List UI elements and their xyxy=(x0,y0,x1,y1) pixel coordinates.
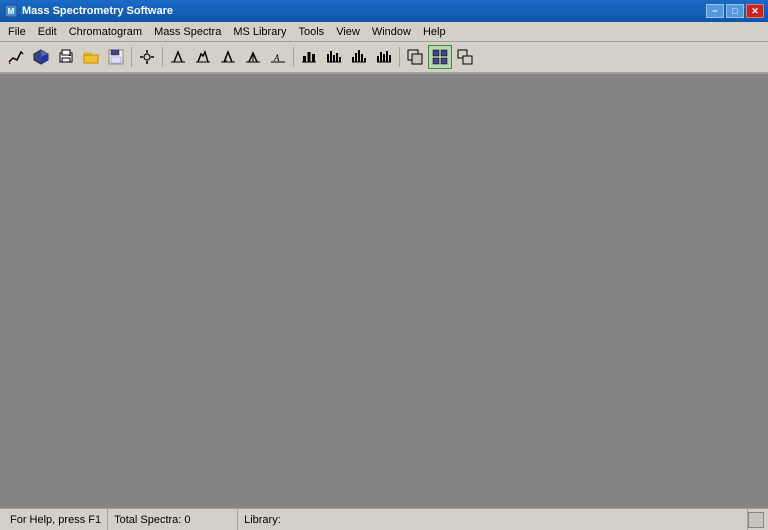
toolbar-sep-3 xyxy=(293,47,294,67)
menu-mass-spectra[interactable]: Mass Spectra xyxy=(148,24,227,40)
title-bar-buttons: − □ ✕ xyxy=(706,4,764,18)
status-library-text: Library: xyxy=(244,514,281,526)
status-help: For Help, press F1 xyxy=(4,509,108,530)
toolbar-btn-bar1[interactable] xyxy=(297,45,321,69)
menu-chromatogram[interactable]: Chromatogram xyxy=(63,24,148,40)
toolbar-btn-peak3[interactable] xyxy=(216,45,240,69)
title-bar-text: Mass Spectrometry Software xyxy=(22,5,173,17)
toolbar-btn-print[interactable] xyxy=(54,45,78,69)
svg-text:M: M xyxy=(8,7,15,16)
toolbar-sep-2 xyxy=(162,47,163,67)
status-help-text: For Help, press F1 xyxy=(10,514,101,526)
menu-edit[interactable]: Edit xyxy=(32,24,63,40)
toolbar-btn-cascade-view[interactable] xyxy=(453,45,477,69)
toolbar-btn-open[interactable] xyxy=(79,45,103,69)
svg-text:A: A xyxy=(273,53,280,63)
toolbar-btn-3d[interactable] xyxy=(29,45,53,69)
toolbar-sep-4 xyxy=(399,47,400,67)
menu-view[interactable]: View xyxy=(330,24,366,40)
title-bar-left: M Mass Spectrometry Software xyxy=(4,4,173,18)
status-total-spectra: Total Spectra: 0 xyxy=(108,509,238,530)
toolbar-btn-cursor[interactable] xyxy=(135,45,159,69)
toolbar-btn-bar2[interactable] xyxy=(322,45,346,69)
status-library: Library: xyxy=(238,509,748,530)
toolbar-btn-chromatogram[interactable] xyxy=(4,45,28,69)
menu-ms-library[interactable]: MS Library xyxy=(227,24,292,40)
toolbar-sep-1 xyxy=(131,47,132,67)
status-total-spectra-text: Total Spectra: 0 xyxy=(114,514,190,526)
toolbar-btn-peak4[interactable] xyxy=(241,45,265,69)
toolbar-btn-peak1[interactable] xyxy=(166,45,190,69)
toolbar-btn-copy-view[interactable] xyxy=(403,45,427,69)
toolbar-btn-bar3[interactable] xyxy=(347,45,371,69)
toolbar-btn-tile-view[interactable] xyxy=(428,45,452,69)
maximize-button[interactable]: □ xyxy=(726,4,744,18)
title-bar: M Mass Spectrometry Software − □ ✕ xyxy=(0,0,768,22)
status-bar: For Help, press F1 Total Spectra: 0 Libr… xyxy=(0,508,768,530)
toolbar-btn-peak5[interactable]: A xyxy=(266,45,290,69)
app-icon: M xyxy=(4,4,18,18)
status-resize-handle[interactable] xyxy=(748,512,764,528)
menu-window[interactable]: Window xyxy=(366,24,417,40)
menu-bar: File Edit Chromatogram Mass Spectra MS L… xyxy=(0,22,768,42)
menu-help[interactable]: Help xyxy=(417,24,452,40)
menu-file[interactable]: File xyxy=(2,24,32,40)
minimize-button[interactable]: − xyxy=(706,4,724,18)
toolbar-btn-save[interactable] xyxy=(104,45,128,69)
toolbar-btn-bar4[interactable] xyxy=(372,45,396,69)
toolbar-btn-peak2[interactable] xyxy=(191,45,215,69)
toolbar: A xyxy=(0,42,768,74)
menu-tools[interactable]: Tools xyxy=(293,24,331,40)
close-button[interactable]: ✕ xyxy=(746,4,764,18)
main-content-area xyxy=(0,74,768,508)
